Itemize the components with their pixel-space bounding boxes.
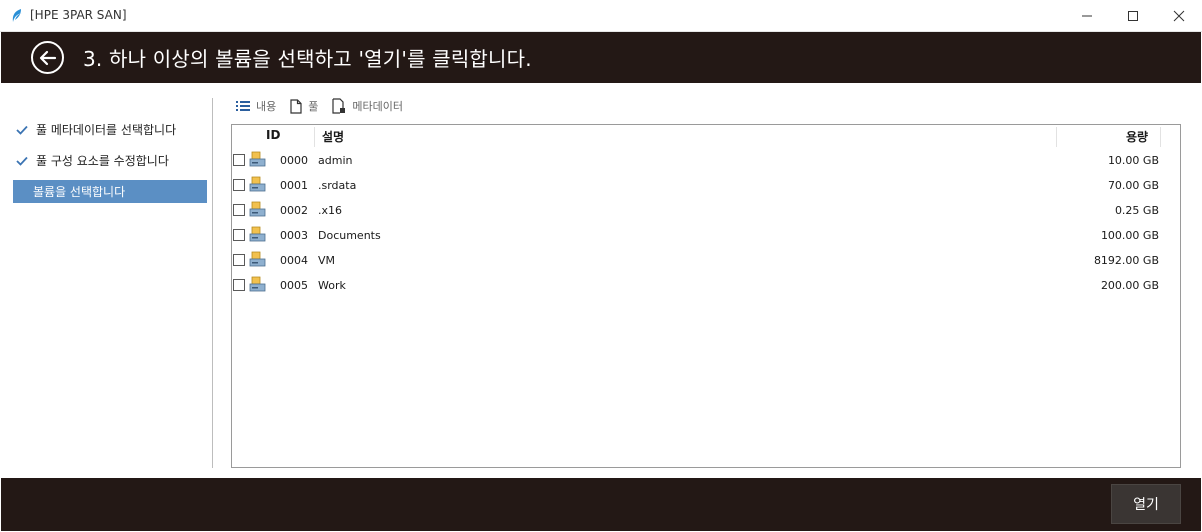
close-icon xyxy=(1173,10,1185,22)
volume-table: ID 설명 용량 0000 admin 10.00 GB 0001 .srdat… xyxy=(231,124,1181,468)
volume-icon xyxy=(249,151,266,167)
window-title: [HPE 3PAR SAN] xyxy=(30,8,127,22)
row-description: .x16 xyxy=(318,204,343,217)
wizard-header: 3. 하나 이상의 볼륨을 선택하고 '열기'를 클릭합니다. xyxy=(1,32,1201,83)
row-id: 0002 xyxy=(280,204,308,217)
table-row[interactable]: 0002 .x16 0.25 GB xyxy=(232,197,1180,222)
maximize-button[interactable] xyxy=(1110,0,1156,32)
row-id: 0000 xyxy=(280,154,308,167)
column-divider xyxy=(1056,127,1057,147)
volume-icon xyxy=(249,226,266,242)
table-row[interactable]: 0000 admin 10.00 GB xyxy=(232,147,1180,172)
volume-icon xyxy=(249,201,266,217)
step-select-volumes[interactable]: 볼륨을 선택합니다 xyxy=(13,180,207,203)
row-checkbox[interactable] xyxy=(233,154,245,166)
table-header: ID 설명 용량 xyxy=(232,125,1180,147)
table-row[interactable]: 0003 Documents 100.00 GB xyxy=(232,222,1180,247)
row-id: 0001 xyxy=(280,179,308,192)
row-description: Work xyxy=(318,279,346,292)
row-description: admin xyxy=(318,154,353,167)
row-description: VM xyxy=(318,254,336,267)
checkmark-icon xyxy=(15,123,29,137)
tab-label: 메타데이터 xyxy=(352,100,403,113)
row-size: 8192.00 GB xyxy=(1093,254,1159,267)
volume-icon xyxy=(249,176,266,192)
minimize-icon xyxy=(1082,15,1092,17)
column-divider xyxy=(314,127,315,147)
step-label: 풀 구성 요소를 수정합니다 xyxy=(36,154,169,168)
column-divider xyxy=(1160,127,1161,147)
row-id: 0003 xyxy=(280,229,308,242)
app-logo-icon xyxy=(12,9,22,22)
table-row[interactable]: 0005 Work 200.00 GB xyxy=(232,272,1180,297)
view-tabs: 내용 풀 메타데이터 xyxy=(236,96,417,116)
page-title: 3. 하나 이상의 볼륨을 선택하고 '열기'를 클릭합니다. xyxy=(83,47,532,71)
wizard-footer: 열기 xyxy=(1,478,1201,531)
wizard-steps: 풀 메타데이터를 선택합니다 풀 구성 요소를 수정합니다 볼륨을 선택합니다 xyxy=(13,118,207,211)
step-select-pool-metadata[interactable]: 풀 메타데이터를 선택합니다 xyxy=(13,118,207,141)
row-size: 0.25 GB xyxy=(1114,204,1159,217)
open-button[interactable]: 열기 xyxy=(1111,484,1181,524)
tab-label: 내용 xyxy=(256,100,277,113)
list-icon xyxy=(236,101,250,111)
minimize-button[interactable] xyxy=(1064,0,1110,32)
row-checkbox[interactable] xyxy=(233,204,245,216)
step-label: 풀 메타데이터를 선택합니다 xyxy=(36,123,177,137)
volume-icon xyxy=(249,251,266,267)
arrow-left-icon xyxy=(39,50,56,65)
step-modify-pool-components[interactable]: 풀 구성 요소를 수정합니다 xyxy=(13,149,207,172)
row-description: .srdata xyxy=(318,179,357,192)
tab-pool[interactable]: 풀 xyxy=(290,98,318,114)
row-checkbox[interactable] xyxy=(233,254,245,266)
close-button[interactable] xyxy=(1156,0,1202,32)
row-id: 0005 xyxy=(280,279,308,292)
column-header-size[interactable]: 용량 xyxy=(1126,128,1148,145)
back-button[interactable] xyxy=(31,41,64,74)
row-size: 10.00 GB xyxy=(1107,154,1159,167)
table-row[interactable]: 0001 .srdata 70.00 GB xyxy=(232,172,1180,197)
column-header-id[interactable]: ID xyxy=(266,128,280,142)
row-checkbox[interactable] xyxy=(233,179,245,191)
metadata-icon xyxy=(332,98,346,114)
table-row[interactable]: 0004 VM 8192.00 GB xyxy=(232,247,1180,272)
vertical-divider xyxy=(212,98,213,468)
tab-label: 풀 xyxy=(308,100,319,113)
row-description: Documents xyxy=(318,229,381,242)
checkmark-icon xyxy=(15,154,29,168)
document-icon xyxy=(290,98,302,114)
row-size: 70.00 GB xyxy=(1107,179,1159,192)
volume-icon xyxy=(249,276,266,292)
row-checkbox[interactable] xyxy=(233,279,245,291)
tab-contents[interactable]: 내용 xyxy=(236,98,276,114)
row-size: 200.00 GB xyxy=(1100,279,1159,292)
column-header-description[interactable]: 설명 xyxy=(322,128,344,145)
row-size: 100.00 GB xyxy=(1100,229,1159,242)
step-label: 볼륨을 선택합니다 xyxy=(33,185,126,199)
row-id: 0004 xyxy=(280,254,308,267)
tab-metadata[interactable]: 메타데이터 xyxy=(332,98,403,114)
title-bar: [HPE 3PAR SAN] xyxy=(0,0,1202,32)
maximize-icon xyxy=(1128,11,1138,21)
row-checkbox[interactable] xyxy=(233,229,245,241)
